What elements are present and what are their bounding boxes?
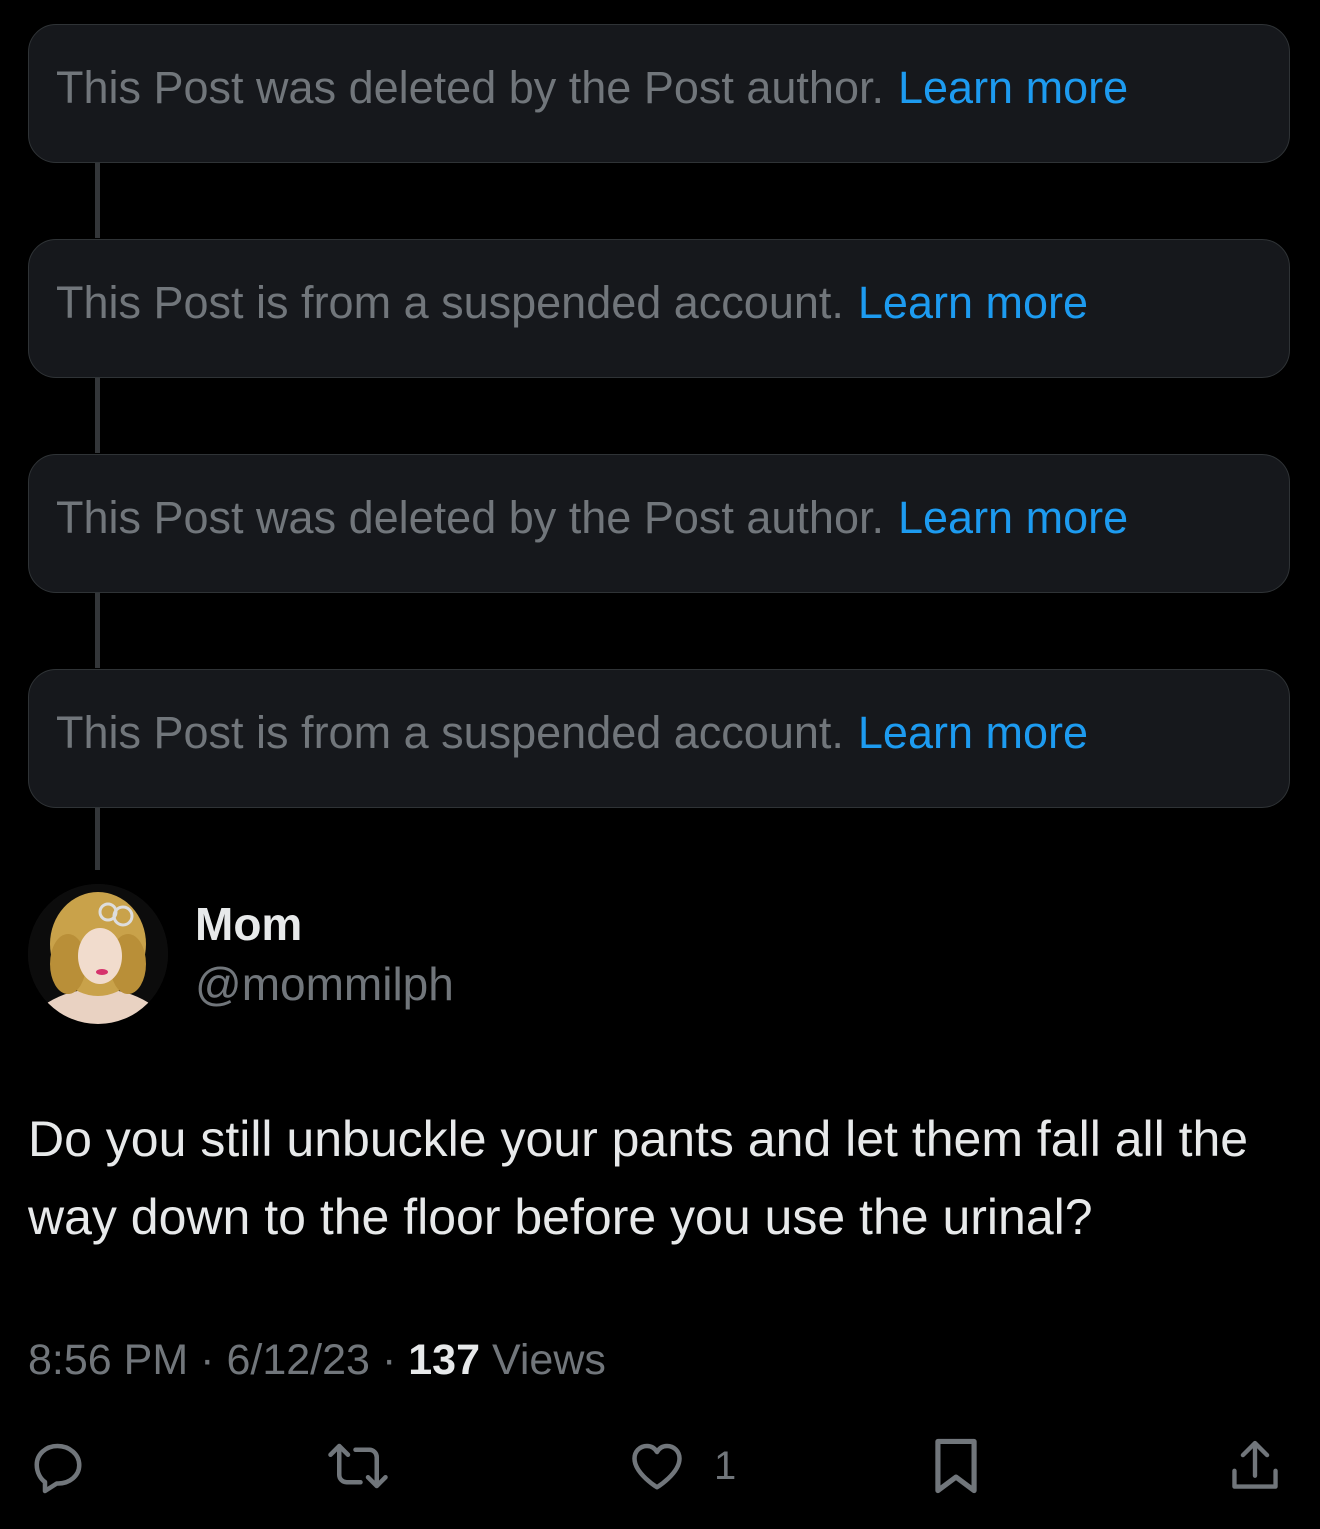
- learn-more-link[interactable]: Learn more: [898, 62, 1128, 114]
- learn-more-link[interactable]: Learn more: [858, 277, 1088, 329]
- bookmark-icon: [935, 1438, 977, 1494]
- avatar[interactable]: [28, 884, 168, 1024]
- thread-connector: [95, 163, 100, 238]
- post-text: Do you still unbuckle your pants and let…: [28, 1111, 1249, 1245]
- post-date[interactable]: 6/12/23: [226, 1336, 369, 1384]
- share-button[interactable]: [1226, 1436, 1284, 1496]
- bookmark-button[interactable]: [928, 1436, 984, 1496]
- notice-deleted-post: This Post was deleted by the Post author…: [28, 454, 1290, 593]
- notice-suspended-account: This Post is from a suspended account. L…: [28, 239, 1290, 378]
- notice-text: This Post was deleted by the Post author…: [56, 491, 884, 543]
- reply-button[interactable]: [28, 1436, 88, 1496]
- views-label: Views: [491, 1336, 606, 1384]
- thread-connector: [95, 378, 100, 453]
- like-count: 1: [714, 1443, 737, 1488]
- author-display-name[interactable]: Mom: [195, 896, 302, 952]
- repost-icon: [328, 1443, 388, 1489]
- post-meta: 8:56 PM · 6/12/23 · 137 Views: [28, 1332, 606, 1388]
- repost-button[interactable]: [325, 1436, 391, 1496]
- reply-icon: [34, 1443, 82, 1494]
- share-icon: [1232, 1440, 1278, 1489]
- views-count: 137: [408, 1336, 481, 1384]
- like-button[interactable]: 1: [626, 1436, 736, 1496]
- notice-text: This Post was deleted by the Post author…: [56, 61, 884, 113]
- thread-connector: [95, 593, 100, 668]
- separator: ·: [200, 1336, 215, 1384]
- separator: ·: [381, 1336, 397, 1384]
- post-time[interactable]: 8:56 PM: [28, 1336, 188, 1384]
- learn-more-link[interactable]: Learn more: [858, 707, 1088, 759]
- notice-text: This Post is from a suspended account.: [56, 276, 844, 328]
- thread-connector: [95, 808, 100, 870]
- learn-more-link[interactable]: Learn more: [898, 492, 1128, 544]
- heart-icon: [632, 1443, 682, 1490]
- author-handle[interactable]: @mommilph: [195, 956, 454, 1012]
- notice-suspended-account: This Post is from a suspended account. L…: [28, 669, 1290, 808]
- notice-deleted-post: This Post was deleted by the Post author…: [28, 24, 1290, 163]
- notice-text: This Post is from a suspended account.: [56, 706, 844, 758]
